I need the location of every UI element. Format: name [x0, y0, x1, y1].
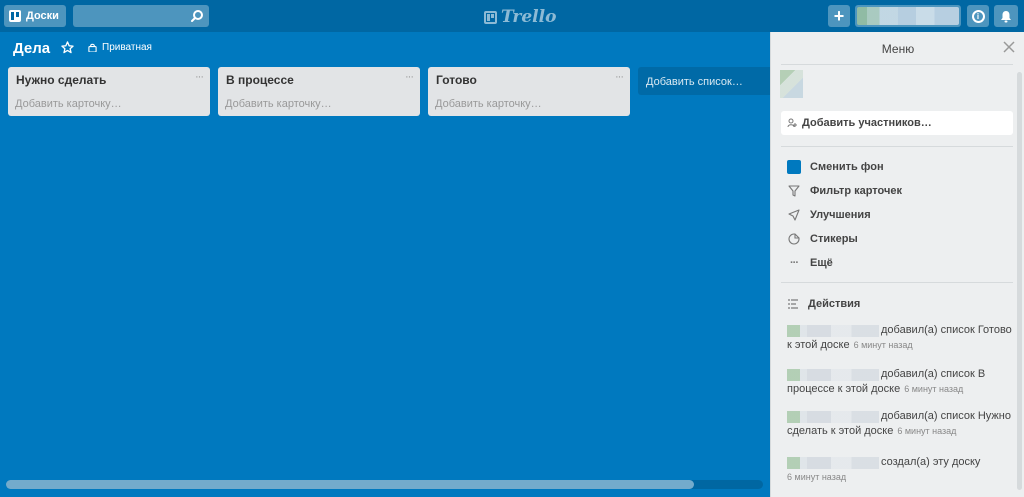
add-members-label: Добавить участников… [802, 117, 932, 129]
add-member-icon [787, 118, 797, 128]
logo-text: Trello [501, 7, 557, 27]
add-card-button[interactable]: Добавить карточку… [225, 98, 332, 110]
menu-item-label: Фильтр карточек [810, 185, 902, 197]
list-column[interactable]: В процессе ··· Добавить карточку… [218, 67, 420, 116]
menu-item-more[interactable]: ··· Ещё [787, 256, 833, 270]
avatar[interactable] [787, 456, 879, 469]
search-icon[interactable] [190, 9, 204, 23]
boards-button[interactable]: Доски [4, 5, 66, 27]
boards-button-label: Доски [26, 10, 59, 22]
search-input[interactable] [73, 5, 183, 27]
activity-time[interactable]: 6 минут назад [787, 472, 846, 482]
activity-item: добавил(а) список Нужно сделать к этой д… [787, 409, 1013, 439]
avatar [857, 7, 959, 25]
avatar[interactable] [787, 368, 879, 381]
sidebar-scrollbar[interactable] [1017, 72, 1022, 490]
bell-icon [1001, 10, 1011, 22]
activity-text: процессе к этой доске [787, 383, 901, 395]
close-icon[interactable] [1003, 41, 1015, 53]
activity-text: к этой доске [787, 339, 850, 351]
list-title[interactable]: Готово [436, 73, 477, 87]
activity-item: добавил(а) список Готово к этой доске 6 м… [787, 323, 1013, 353]
list-menu-icon[interactable]: ··· [405, 71, 414, 83]
menu-item-label: Сменить фон [810, 161, 884, 173]
menu-item-filter-cards[interactable]: Фильтр карточек [787, 184, 902, 198]
list-menu-icon[interactable]: ··· [195, 71, 204, 83]
list-column[interactable]: Готово ··· Добавить карточку… [428, 67, 630, 116]
divider [781, 64, 1013, 65]
list-title[interactable]: Нужно сделать [16, 73, 106, 87]
add-card-button[interactable]: Добавить карточку… [15, 98, 122, 110]
sticker-icon [788, 233, 800, 245]
activity-text: создал(а) эту доску [881, 456, 981, 468]
background-swatch-icon [787, 160, 801, 174]
power-up-icon [788, 209, 800, 221]
create-button[interactable]: + [828, 5, 850, 27]
activity-item: создал(а) эту доску 6 минут назад [787, 455, 1013, 485]
sidebar-title: Меню [881, 42, 915, 56]
member-menu-button[interactable] [855, 5, 961, 27]
menu-item-label: Стикеры [810, 233, 858, 245]
top-header: Доски Trello + i [0, 0, 1024, 32]
menu-item-label: Улучшения [810, 209, 871, 221]
notifications-button[interactable] [994, 5, 1018, 27]
divider [781, 282, 1013, 283]
activity-time[interactable]: 6 минут назад [897, 426, 956, 436]
scrollbar-thumb[interactable] [6, 480, 694, 489]
activity-list-icon [788, 299, 798, 309]
avatar[interactable] [787, 324, 879, 337]
member-avatar[interactable] [780, 70, 803, 98]
activity-text: добавил(а) список В [881, 368, 986, 380]
board-menu-sidebar: Меню Добавить участников… Сменить фон Фи… [770, 32, 1024, 497]
privacy-button[interactable]: Приватная [88, 42, 152, 53]
activity-time[interactable]: 6 минут назад [904, 384, 963, 394]
avatar[interactable] [787, 410, 879, 423]
list-column[interactable]: Нужно сделать ··· Добавить карточку… [8, 67, 210, 116]
board-title[interactable]: Дела [13, 40, 50, 57]
add-card-button[interactable]: Добавить карточку… [435, 98, 542, 110]
activity-text: добавил(а) список Нужно [881, 410, 1011, 422]
activity-item: добавил(а) список В процессе к этой доск… [787, 367, 1013, 397]
list-menu-icon[interactable]: ··· [615, 71, 624, 83]
menu-item-change-background[interactable]: Сменить фон [787, 160, 884, 174]
filter-icon [788, 185, 800, 197]
trello-logo[interactable]: Trello [484, 7, 556, 27]
star-icon[interactable] [61, 41, 74, 54]
actions-title: Действия [808, 298, 861, 310]
activity-text: добавил(а) список Готово [881, 324, 1012, 336]
horizontal-scrollbar[interactable] [6, 480, 763, 489]
actions-header: Действия [787, 298, 860, 310]
info-button[interactable]: i [967, 5, 989, 27]
menu-item-power-ups[interactable]: Улучшения [787, 208, 871, 222]
add-members-button[interactable]: Добавить участников… [781, 111, 1013, 135]
menu-item-stickers[interactable]: Стикеры [787, 232, 858, 246]
add-list-button[interactable]: Добавить список… [638, 67, 778, 95]
menu-item-label: Ещё [810, 257, 833, 269]
divider [781, 146, 1013, 147]
activity-time[interactable]: 6 минут назад [854, 340, 913, 350]
search-box[interactable] [73, 5, 209, 27]
boards-icon [9, 10, 21, 22]
privacy-label: Приватная [102, 42, 152, 53]
trello-logo-icon [484, 10, 497, 24]
more-icon: ··· [790, 257, 799, 269]
lock-icon [88, 43, 97, 52]
info-icon: i [971, 9, 985, 23]
list-title[interactable]: В процессе [226, 73, 294, 87]
activity-text: сделать к этой доске [787, 425, 894, 437]
